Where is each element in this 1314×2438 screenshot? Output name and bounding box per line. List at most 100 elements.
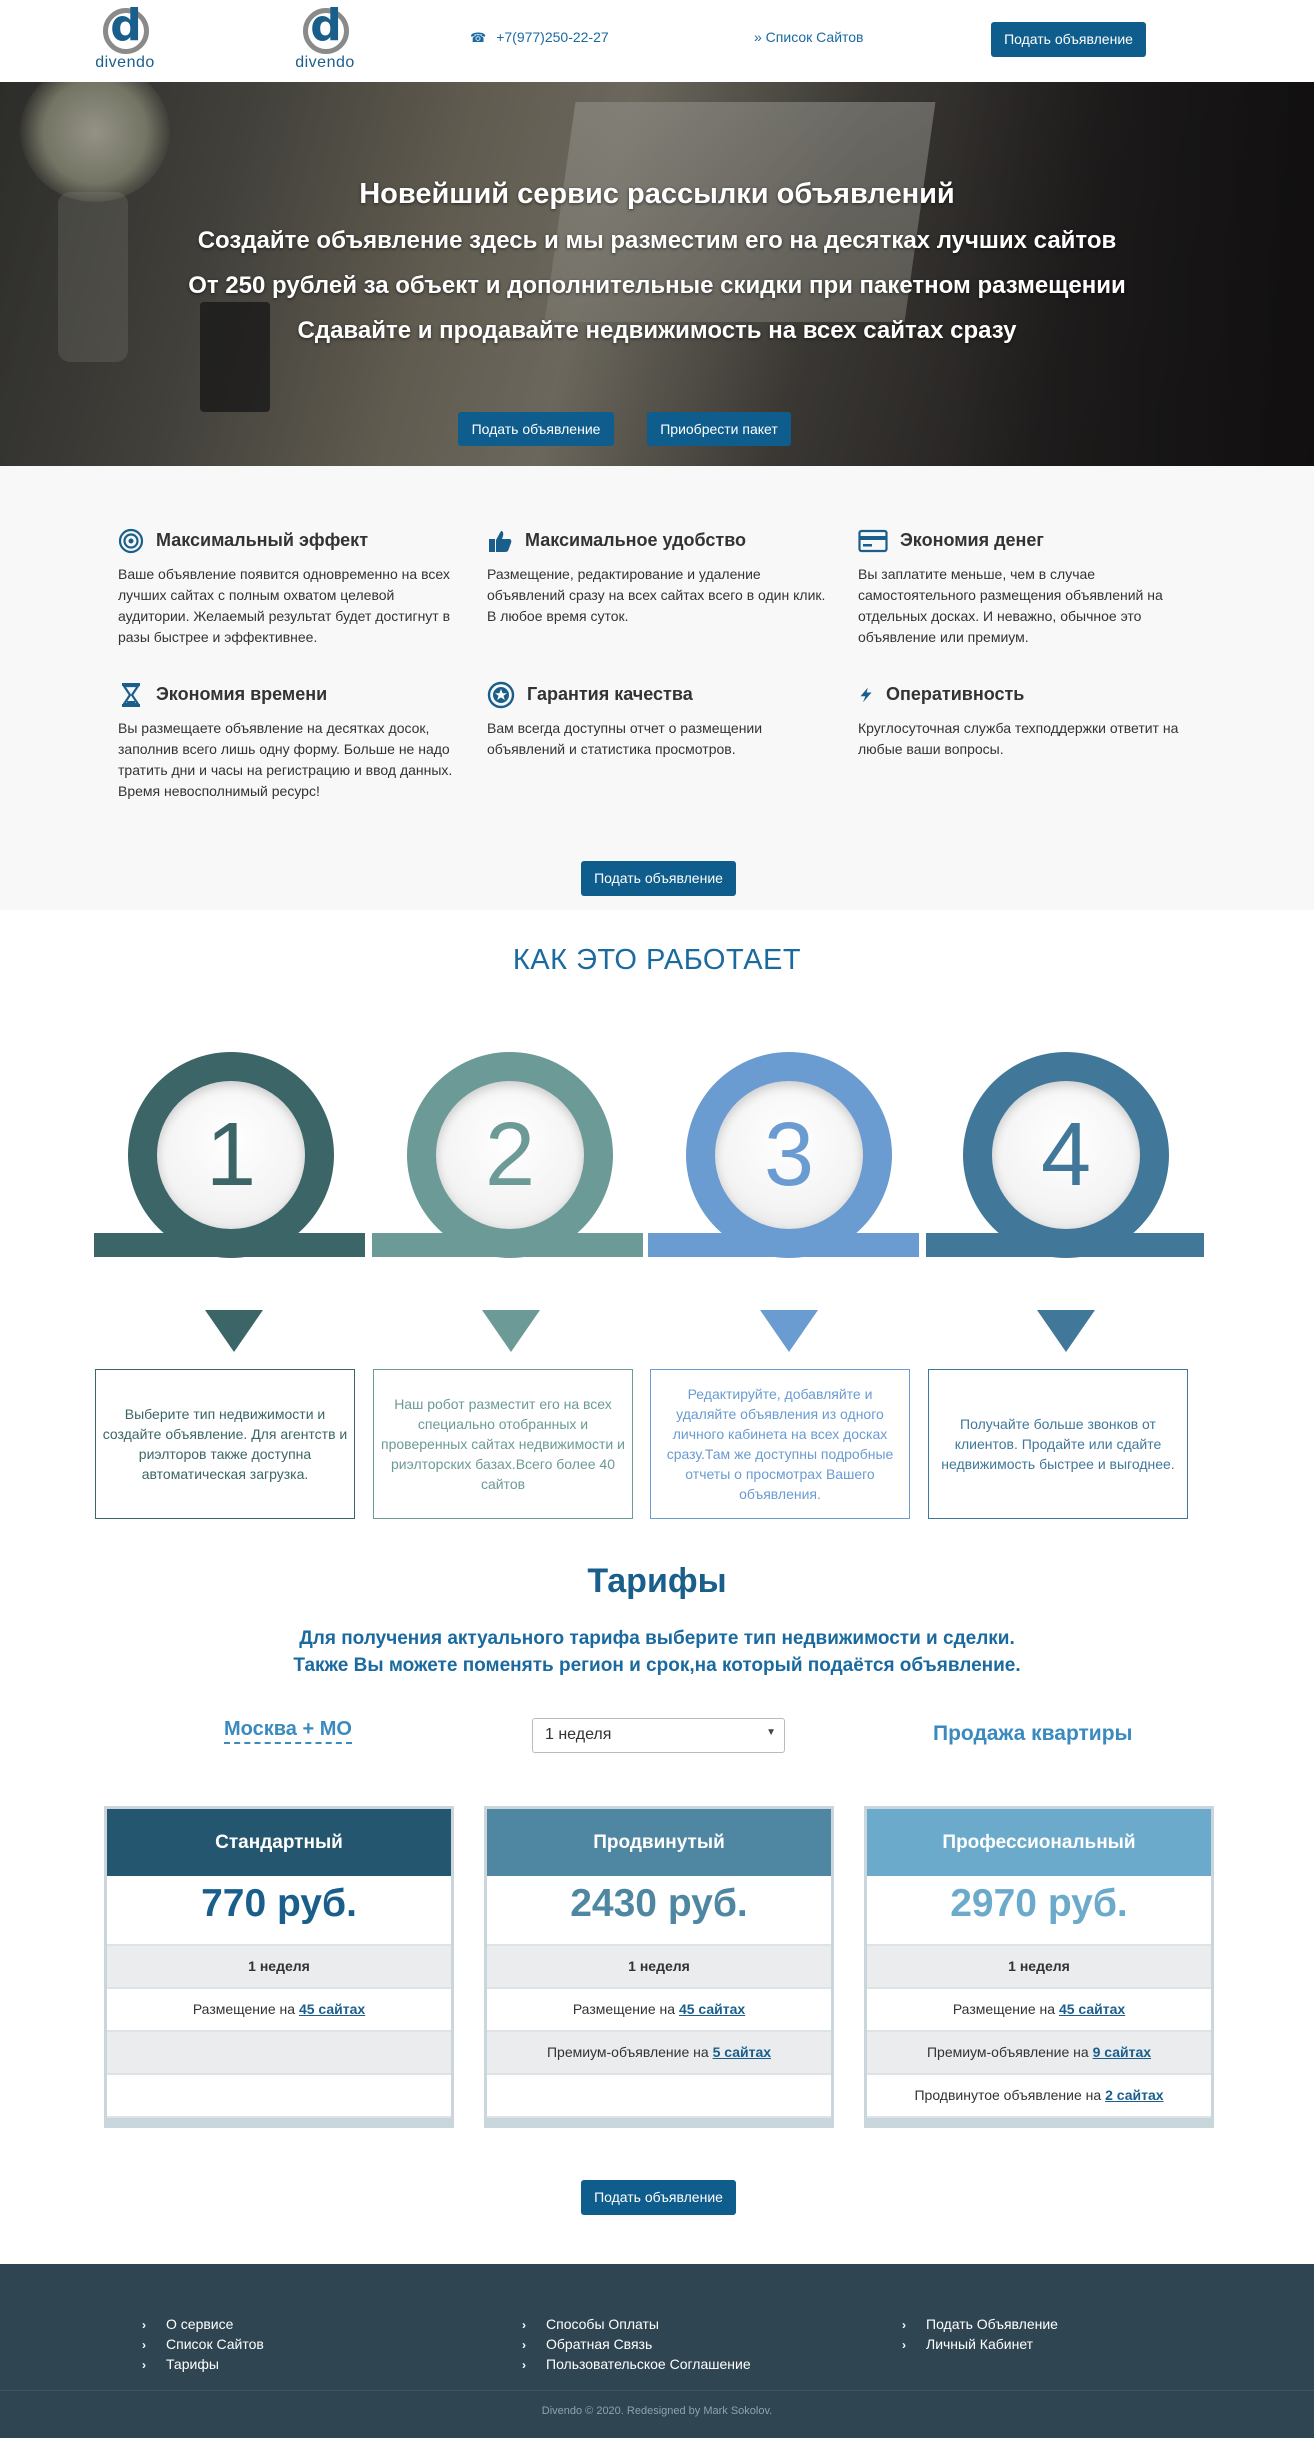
logo-link[interactable]: d divendo bbox=[92, 0, 158, 71]
sites-list-link[interactable]: » Список Сайтов bbox=[754, 29, 864, 45]
step-2-arrow-icon bbox=[482, 1310, 540, 1352]
plan-footer bbox=[107, 2118, 451, 2128]
sites-count-link[interactable]: 5 сайтах bbox=[713, 2044, 771, 2060]
plan-feature-row-empty bbox=[107, 2075, 451, 2118]
plan-card-advanced: Продвинутый 2430 руб. 1 неделя Размещени… bbox=[484, 1806, 834, 2128]
step-1-number: 1 bbox=[157, 1081, 305, 1229]
logo-link-secondary[interactable]: d divendo bbox=[292, 0, 358, 71]
step-3-circle: 3 bbox=[686, 1052, 892, 1258]
footer-link-about[interactable]: › О сервисе bbox=[142, 2314, 264, 2334]
plan-footer bbox=[867, 2118, 1211, 2128]
step-2-description: Наш робот разместит его на всех специаль… bbox=[373, 1369, 633, 1519]
hourglass-icon bbox=[121, 683, 141, 708]
footer-link-label: Список Сайтов bbox=[166, 2336, 264, 2352]
footer-column-3: › Подать Объявление › Личный Кабинет bbox=[902, 2314, 1058, 2354]
tariffs-subtitle-1: Для получения актуального тарифа выберит… bbox=[299, 1628, 1015, 1649]
feature-text: Вы размещаете объявление на десятках дос… bbox=[118, 720, 453, 799]
features-section: Максимальный эффект Ваше объявление появ… bbox=[0, 466, 1314, 910]
step-2-circle: 2 bbox=[407, 1052, 613, 1258]
tariffs-post-ad-button[interactable]: Подать объявление bbox=[581, 2180, 736, 2215]
plan-footer bbox=[487, 2118, 831, 2128]
hero-title: Новейший сервис рассылки объявлений bbox=[359, 178, 955, 210]
step-4-number: 4 bbox=[992, 1081, 1140, 1229]
step-2-number: 2 bbox=[436, 1081, 584, 1229]
footer-link-agreement[interactable]: › Пользовательское Соглашение bbox=[522, 2354, 751, 2374]
footer-link-label: Способы Оплаты bbox=[546, 2316, 659, 2332]
sites-count-link[interactable]: 45 сайтах bbox=[299, 2001, 365, 2017]
target-icon bbox=[118, 529, 144, 554]
deal-type-link[interactable]: Продажа квартиры bbox=[933, 1722, 1132, 1746]
footer-link-post-ad[interactable]: › Подать Объявление bbox=[902, 2314, 1058, 2334]
feature-title: Оперативность bbox=[886, 684, 1025, 704]
footer-link-sites[interactable]: › Список Сайтов bbox=[142, 2334, 264, 2354]
feature-text: Вам всегда доступны отчет о размещении о… bbox=[487, 720, 763, 757]
footer-divider bbox=[0, 2390, 1314, 2391]
hero-subtitle-1: Создайте объявление здесь и мы разместим… bbox=[197, 227, 1117, 254]
footer-link-payment[interactable]: › Способы Оплаты bbox=[522, 2314, 751, 2334]
feature-text: Ваше объявление появится одновременно на… bbox=[118, 566, 451, 645]
plan-name: Профессиональный bbox=[867, 1809, 1211, 1876]
plan-period: 1 неделя bbox=[867, 1946, 1211, 1989]
plan-feature-row: Размещение на 45 сайтах bbox=[107, 1989, 451, 2032]
plan-price: 2430 руб. bbox=[487, 1876, 831, 1946]
plan-price: 2970 руб. bbox=[867, 1876, 1211, 1946]
step-1-description: Выберите тип недвижимости и создайте объ… bbox=[95, 1369, 355, 1519]
tariffs-title: Тарифы bbox=[587, 1562, 727, 1600]
chevron-right-icon: › bbox=[142, 2338, 146, 2352]
copyright-text: Divendo © 2020. Redesigned by Mark Sokol… bbox=[541, 2405, 773, 2417]
quality-badge-icon bbox=[487, 682, 515, 709]
features-post-ad-button[interactable]: Подать объявление bbox=[581, 861, 736, 896]
footer-link-account[interactable]: › Личный Кабинет bbox=[902, 2334, 1058, 2354]
hero-post-ad-button[interactable]: Подать объявление bbox=[458, 412, 614, 446]
header-post-ad-button[interactable]: Подать объявление bbox=[991, 22, 1146, 57]
logo-wordmark: divendo bbox=[95, 54, 155, 71]
plan-period: 1 неделя bbox=[107, 1946, 451, 1989]
tariffs-subtitle-2: Также Вы можете поменять регион и срок,н… bbox=[293, 1655, 1021, 1676]
logo-wordmark: divendo bbox=[295, 54, 355, 71]
footer-link-feedback[interactable]: › Обратная Связь bbox=[522, 2334, 751, 2354]
feature-save-money: Экономия денег Вы заплатите меньше, чем … bbox=[858, 526, 1198, 648]
sites-count-link[interactable]: 2 сайтах bbox=[1105, 2087, 1163, 2103]
footer-link-label: Подать Объявление bbox=[926, 2316, 1058, 2332]
hero-buy-package-button[interactable]: Приобрести пакет bbox=[647, 412, 791, 446]
plan-feature-text: Размещение на bbox=[192, 2001, 299, 2017]
step-4-arrow-icon bbox=[1037, 1310, 1095, 1352]
thumbs-up-icon bbox=[489, 531, 512, 553]
sites-count-link[interactable]: 45 сайтах bbox=[1059, 2001, 1125, 2017]
footer-column-2: › Способы Оплаты › Обратная Связь › Пользов… bbox=[522, 2314, 751, 2374]
feature-title: Гарантия качества bbox=[527, 684, 693, 704]
step-3-arrow-icon bbox=[760, 1310, 818, 1352]
feature-responsiveness: Оперативность Круглосуточная служба техп… bbox=[858, 680, 1198, 760]
plan-feature-row-empty bbox=[107, 2032, 451, 2075]
step-1-arrow-icon bbox=[205, 1310, 263, 1352]
hero-banner: Новейший сервис рассылки объявлений Созд… bbox=[0, 82, 1314, 466]
plan-feature-text: Продвинутое объявление на bbox=[914, 2087, 1106, 2103]
plan-feature-row: Размещение на 45 сайтах bbox=[487, 1989, 831, 2032]
hero-subtitle-2: От 250 рублей за объект и дополнительные… bbox=[188, 272, 1126, 299]
logo-letter: d bbox=[310, 0, 342, 51]
feature-text: Размещение, редактирование и удаление об… bbox=[487, 566, 826, 624]
plan-feature-text: Размещение на bbox=[572, 2001, 679, 2017]
feature-title: Экономия времени bbox=[156, 684, 328, 704]
footer-column-1: › О сервисе › Список Сайтов › Тарифы bbox=[142, 2314, 264, 2374]
phone-link[interactable]: ☎ +7(977)250-22-27 bbox=[470, 29, 609, 46]
site-footer: › О сервисе › Список Сайтов › Тарифы › Спосо… bbox=[0, 2264, 1314, 2438]
feature-quality-guarantee: Гарантия качества Вам всегда доступны от… bbox=[487, 680, 827, 760]
step-4-description: Получайте больше звонков от клиентов. Пр… bbox=[928, 1369, 1188, 1519]
sites-count-link[interactable]: 9 сайтах bbox=[1093, 2044, 1151, 2060]
period-select[interactable]: 1 неделя ▼ bbox=[532, 1718, 785, 1753]
chevron-right-icon: › bbox=[522, 2338, 526, 2352]
plan-name: Стандартный bbox=[107, 1809, 451, 1876]
chevron-down-icon: ▼ bbox=[766, 1727, 776, 1738]
plan-card-professional: Профессиональный 2970 руб. 1 неделя Разм… bbox=[864, 1806, 1214, 2128]
phone-icon: ☎ bbox=[470, 30, 487, 45]
sites-count-link[interactable]: 45 сайтах bbox=[679, 2001, 745, 2017]
footer-link-label: Личный Кабинет bbox=[926, 2336, 1034, 2352]
footer-link-tariffs[interactable]: › Тарифы bbox=[142, 2354, 264, 2374]
period-select-value: 1 неделя bbox=[545, 1726, 612, 1743]
region-selector-link[interactable]: Москва + МО bbox=[224, 1718, 352, 1744]
plan-feature-row: Размещение на 45 сайтах bbox=[867, 1989, 1211, 2032]
footer-link-label: Тарифы bbox=[166, 2356, 219, 2372]
plan-feature-row-empty bbox=[487, 2075, 831, 2118]
plan-feature-row: Премиум-объявление на 5 сайтах bbox=[487, 2032, 831, 2075]
